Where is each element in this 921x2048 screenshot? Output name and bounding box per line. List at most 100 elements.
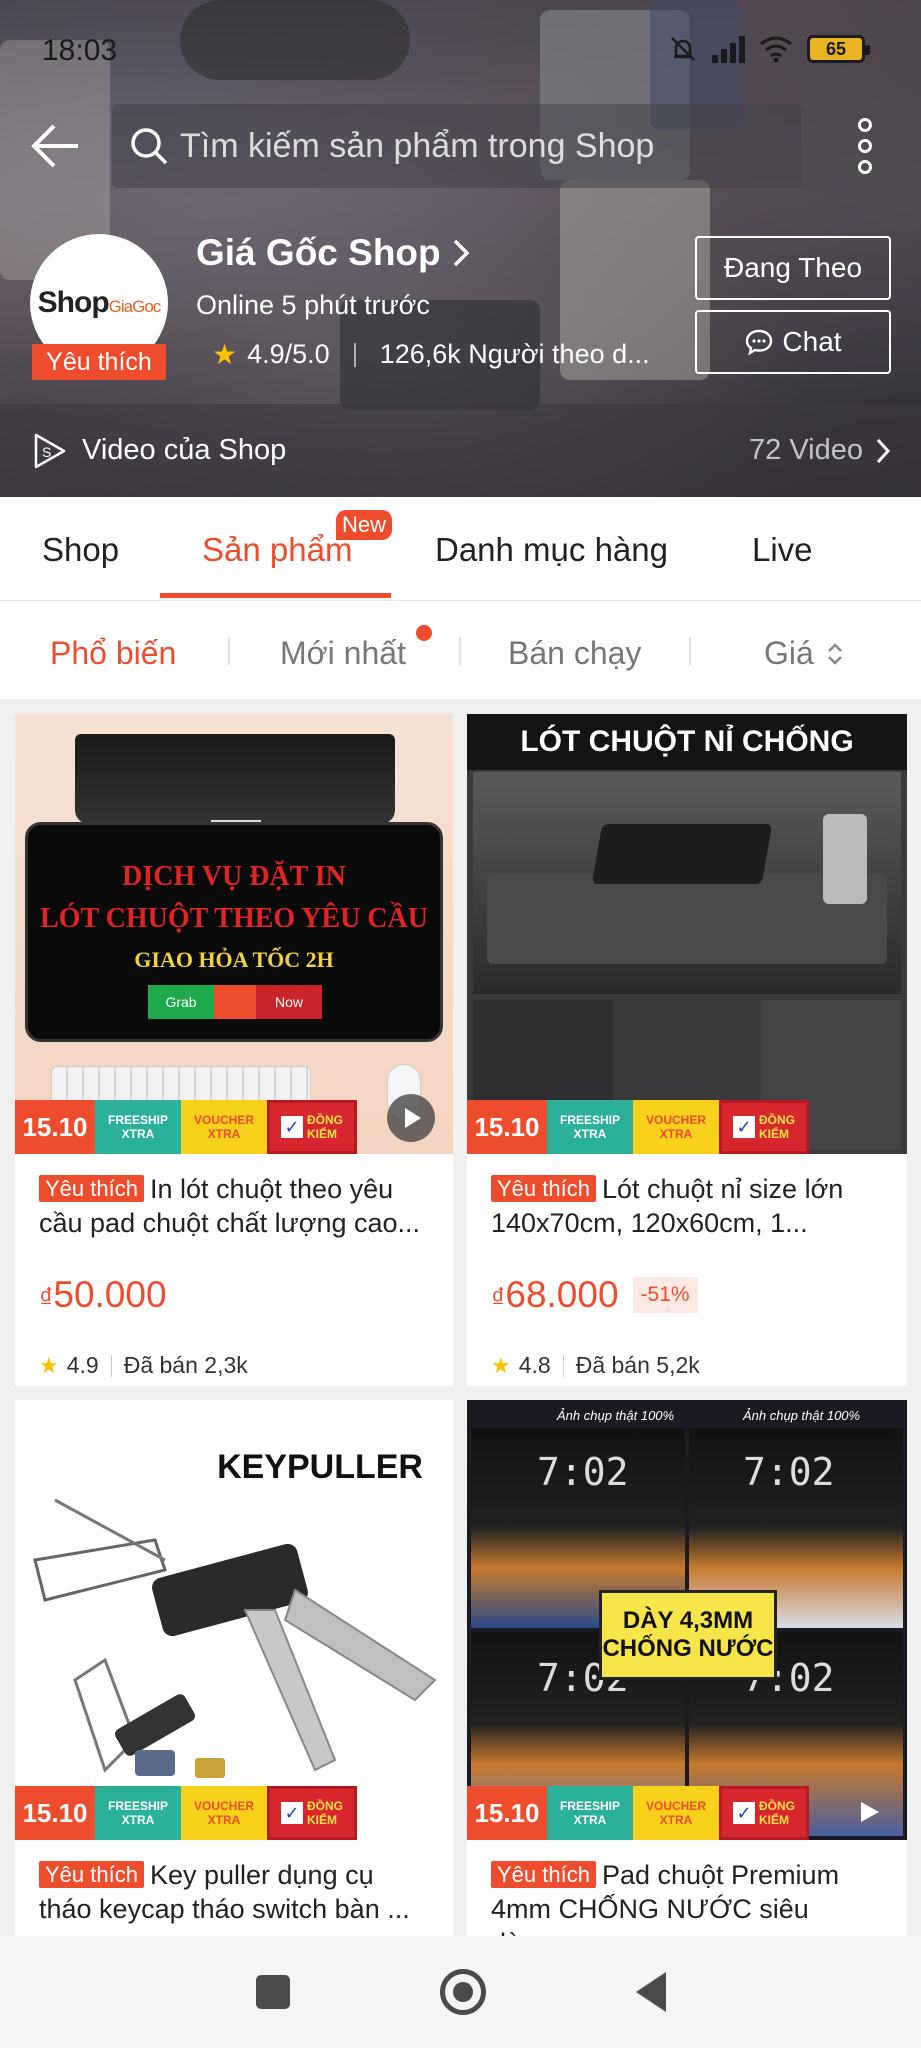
favorite-badge: Yêu thích — [39, 1175, 144, 1202]
shop-stats: ★ 4.9/5.0 126,6k Người theo d... — [212, 338, 650, 371]
product-card[interactable]: DỊCH VỤ ĐẶT IN LÓT CHUỘT THEO YÊU CẦU GI… — [15, 714, 453, 1386]
divider — [228, 637, 230, 665]
product-title: Yêu thích Lót chuột nỉ size lớn 140x70cm,… — [491, 1172, 881, 1240]
promo-voucher: VOUCHER XTRA — [181, 1100, 267, 1154]
product-card[interactable]: LÓT CHUỘT NỈ CHỐNG TRƯỢT 15.10 FREESHIPX… — [467, 714, 907, 1386]
video-count: 72 Video — [749, 434, 863, 466]
keyboard-illustration — [591, 824, 773, 884]
promo-strip: 15.10 FREESHIP XTRA VOUCHER XTRA ✓ ĐỒNG KIỂM — [15, 1100, 357, 1154]
shop-video-bar[interactable]: S Video của Shop 72 Video — [0, 404, 921, 497]
promo-date: 15.10 — [467, 1786, 547, 1840]
new-items-dot — [416, 625, 432, 641]
tab-shop[interactable]: Shop — [42, 531, 119, 569]
tumbler-illustration — [823, 814, 867, 904]
tab-live[interactable]: Live — [752, 531, 813, 569]
favorite-shop-badge: Yêu thích — [32, 344, 166, 380]
image-caption: Ảnh chụp thật 100% — [743, 1408, 861, 1423]
discount-badge: -51% — [632, 1277, 698, 1313]
home-icon[interactable] — [439, 1969, 486, 2015]
now-logo: Now — [256, 985, 322, 1019]
divider — [562, 1354, 564, 1377]
sort-popular[interactable]: Phổ biến — [50, 635, 176, 672]
follow-button[interactable]: Đang Theo — [695, 236, 891, 300]
video-count-link: 72 Video — [749, 434, 891, 467]
mute-icon — [671, 37, 695, 61]
status-icons: 65 — [668, 34, 870, 64]
chat-label: Chat — [782, 326, 842, 357]
check-icon: ✓ — [733, 1802, 755, 1824]
product-title: Yêu thích In lót chuột theo yêu cầu pad c… — [39, 1172, 429, 1240]
sort-bestselling[interactable]: Bán chạy — [508, 635, 641, 672]
product-card[interactable]: KEYPULLER 15.10 FREESHIP XTRA VOUCHER XTRA… — [15, 1400, 453, 1936]
favorite-badge: Yêu thích — [39, 1861, 144, 1888]
chat-button[interactable]: Chat — [695, 310, 891, 374]
product-card[interactable]: Ảnh chụp thật 100% Ảnh chụp thật 100% 7:… — [467, 1400, 907, 1936]
signal-icon — [712, 35, 745, 63]
product-image: KEYPULLER 15.10 FREESHIP XTRA VOUCHER XTRA… — [15, 1400, 453, 1840]
promo-date: 15.10 — [15, 1100, 95, 1154]
clock-display: 7:02 — [743, 1450, 835, 1494]
recent-apps-icon[interactable] — [255, 1975, 290, 2009]
star-icon: ★ — [212, 339, 238, 370]
online-status: Online 5 phút trước — [196, 290, 430, 320]
product-meta: ★ 4.8 Đã bán 5,2k — [491, 1352, 700, 1379]
video-play-icon: S — [34, 433, 66, 468]
shop-followers: 126,6k Người theo d... — [379, 339, 650, 369]
promo-freeship: FREESHIP XTRA — [547, 1786, 633, 1840]
back-triangle-icon[interactable] — [635, 1972, 666, 2012]
image-headline: LÓT CHUỘT NỈ CHỐNG TRƯỢT — [467, 714, 907, 814]
shop-search-input[interactable]: Tìm kiếm sản phẩm trong Shop — [112, 104, 802, 188]
chat-bubble-icon — [746, 329, 773, 356]
more-options-icon[interactable] — [855, 118, 875, 174]
product-rating: 4.9 — [66, 1352, 99, 1378]
divider — [110, 1354, 112, 1377]
product-image: Ảnh chụp thật 100% Ảnh chụp thật 100% 7:… — [467, 1400, 907, 1840]
shopee-logo — [214, 985, 256, 1019]
video-play-icon[interactable] — [857, 1800, 881, 1824]
shop-logo: ShopGiaGoc — [37, 286, 162, 319]
back-arrow-icon[interactable] — [28, 118, 84, 174]
sort-newest[interactable]: Mới nhất — [280, 635, 406, 672]
grab-logo: Grab — [148, 985, 214, 1019]
product-rating: 4.8 — [518, 1352, 551, 1378]
product-image: DỊCH VỤ ĐẶT IN LÓT CHUỘT THEO YÊU CẦU GI… — [15, 714, 453, 1154]
product-image: LÓT CHUỘT NỈ CHỐNG TRƯỢT 15.10 FREESHIPX… — [467, 714, 907, 1154]
product-price: ₫68.000 -51% — [491, 1274, 698, 1316]
battery-icon: 65 — [807, 35, 870, 63]
keypuller-illustration — [33, 1498, 437, 1778]
promo-freeship: FREESHIP XTRA — [95, 1786, 181, 1840]
banner-line-3: GIAO HỎA TỐC 2H — [134, 947, 334, 972]
video-label: Video của Shop — [82, 434, 287, 466]
sort-bar: Phổ biến Mới nhất Bán chạy Giá — [0, 601, 921, 699]
promo-strip: 15.10 FREESHIP XTRA VOUCHER XTRA ✓ ĐỒNG KIỂM — [467, 1786, 809, 1840]
image-caption: Ảnh chụp thật 100% — [557, 1408, 675, 1423]
header-bg-decoration — [180, 0, 410, 80]
sort-updown-icon — [827, 642, 842, 665]
product-meta: ★ 4.9 Đã bán 2,3k — [39, 1352, 248, 1379]
shop-rating: 4.9/5.0 — [247, 339, 330, 369]
tab-products[interactable]: Sản phẩm — [202, 531, 352, 569]
wifi-icon — [760, 36, 792, 63]
overlay-banner: DÀY 4,3MM CHỐNG NƯỚC — [599, 1590, 777, 1680]
tab-categories[interactable]: Danh mục hàng — [435, 531, 668, 569]
monitor-illustration — [75, 734, 395, 824]
shop-video-link: S Video của Shop — [30, 431, 286, 471]
search-icon — [131, 128, 168, 165]
shop-name-link[interactable]: Giá Gốc Shop — [196, 232, 471, 274]
promo-voucher: VOUCHER XTRA — [633, 1786, 719, 1840]
video-play-button[interactable] — [387, 1094, 435, 1142]
star-icon: ★ — [39, 1352, 59, 1378]
status-time: 18:03 — [42, 34, 118, 67]
promo-dongkiem: ✓ ĐỒNG KIỂM — [719, 1100, 809, 1154]
chevron-right-icon — [876, 438, 891, 463]
promo-freeship: FREESHIP XTRA — [95, 1100, 181, 1154]
sort-price[interactable]: Giá — [764, 635, 844, 672]
divider — [459, 637, 461, 665]
divider — [353, 342, 356, 367]
promo-freeship: FREESHIP XTRA — [547, 1100, 633, 1154]
promo-voucher: VOUCHER XTRA — [181, 1786, 267, 1840]
product-title: Yêu thích Pad chuột Premium 4mm CHỐNG NƯỚ… — [491, 1858, 881, 1936]
sort-price-label: Giá — [764, 635, 814, 671]
clock-display: 7:02 — [537, 1450, 629, 1494]
promo-date: 15.10 — [467, 1100, 547, 1154]
